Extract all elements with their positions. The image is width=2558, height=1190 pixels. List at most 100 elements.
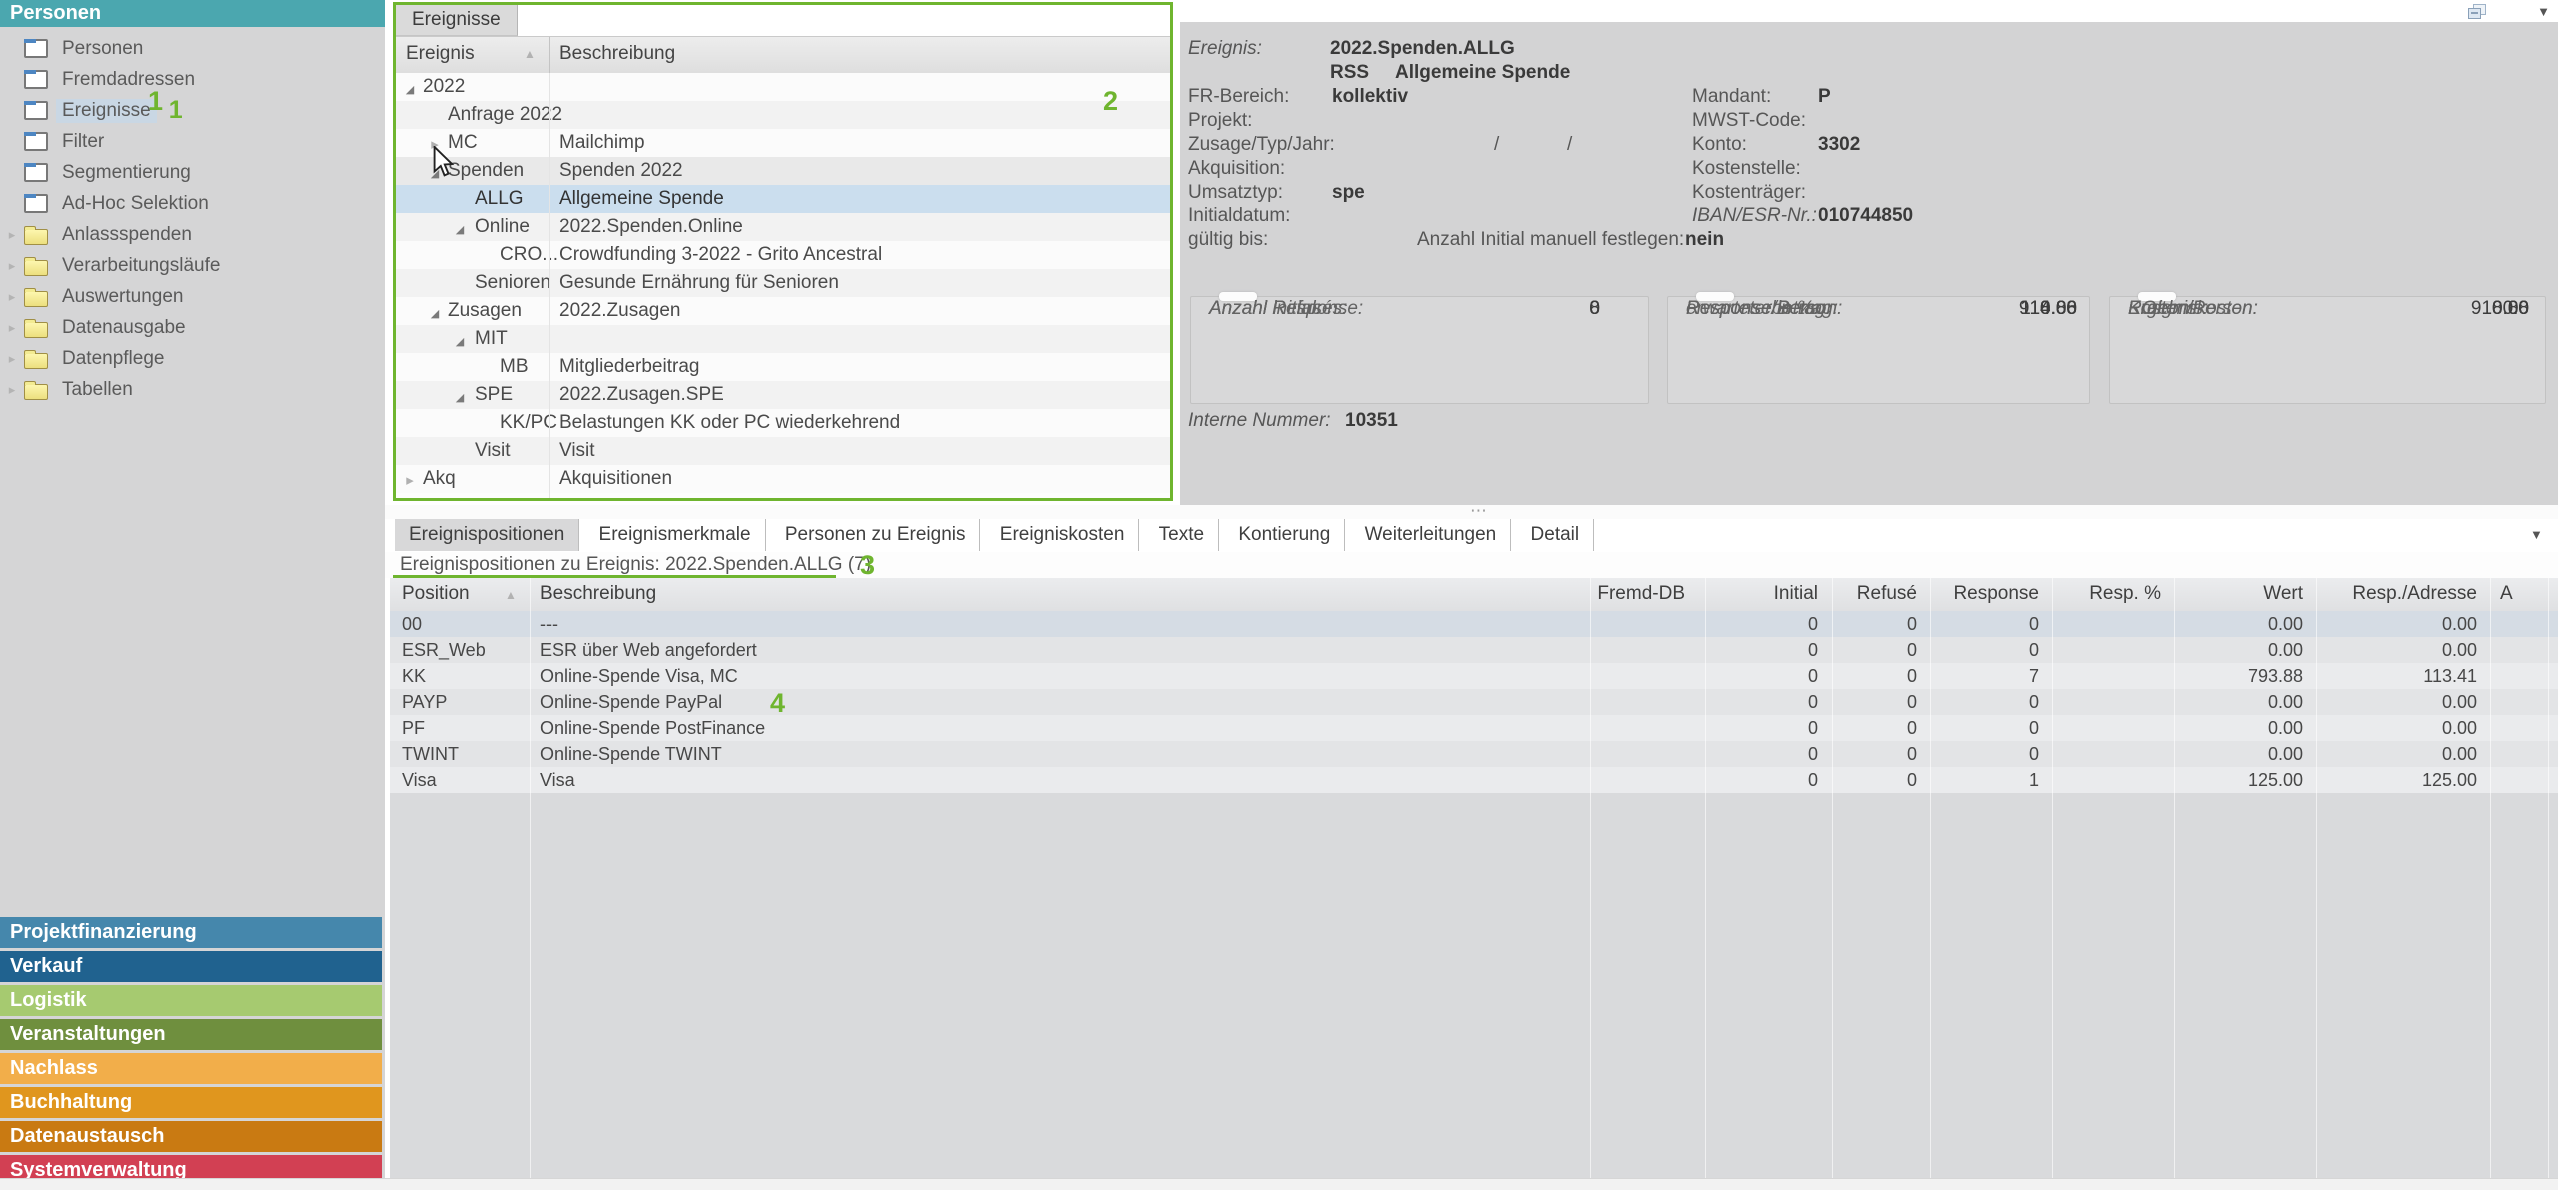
chevron-right-icon[interactable]: ▸	[0, 258, 24, 274]
sidebar-section-bar[interactable]: Logistik	[0, 985, 382, 1016]
sort-asc-icon[interactable]: ▲	[524, 47, 536, 61]
sidebar-item[interactable]: ▸ Tabellen	[0, 374, 385, 405]
tree-expander-icon[interactable]	[401, 469, 419, 491]
tree-row[interactable]: Akq Akquisitionen	[396, 465, 1170, 493]
tree-row[interactable]: Zusagen 2022.Zusagen	[396, 297, 1170, 325]
cell-refuse: 0	[1837, 770, 1917, 791]
tree-row[interactable]: KK/PC Belastungen KK oder PC wiederkehre…	[396, 409, 1170, 437]
annotation-number: 1	[169, 96, 183, 125]
tree-row-description: 2022.Zusagen	[559, 300, 681, 322]
tree-expander-icon[interactable]	[451, 329, 469, 351]
sidebar-section-bar[interactable]: Projektfinanzierung	[0, 917, 382, 948]
detail-tab[interactable]: Weiterleitungen	[1351, 519, 1512, 551]
sidebar-section-bar[interactable]: Buchhaltung	[0, 1087, 382, 1118]
column-initial[interactable]: Initial	[1710, 583, 1818, 605]
iban-esr-label: IBAN/ESR-Nr.:	[1692, 205, 1817, 227]
column-a[interactable]: A	[2500, 583, 2513, 605]
detail-tab[interactable]: Detail	[1517, 519, 1595, 551]
sidebar-item[interactable]: ▸ Datenpflege	[0, 343, 385, 374]
tree-column-beschreibung[interactable]: Beschreibung	[559, 43, 675, 65]
sidebar-item[interactable]: ▸ Anlassspenden	[0, 219, 385, 250]
stat-label: Anzahl Response:	[1209, 297, 1363, 320]
stat-value: 8	[1589, 297, 1600, 320]
sidebar-section-bar[interactable]: Nachlass	[0, 1053, 382, 1084]
tree-row[interactable]: Visit Visit	[396, 437, 1170, 465]
column-response[interactable]: Response	[1935, 583, 2039, 605]
tab-ereignisse[interactable]: Ereignisse	[396, 5, 518, 36]
tree-row[interactable]: 2022	[396, 73, 1170, 101]
tree-expander-icon[interactable]	[451, 385, 469, 407]
sidebar-section-bar[interactable]: Verkauf	[0, 951, 382, 982]
table-row[interactable]: 00 --- 0 0 0 0.00 0.00	[390, 611, 2558, 637]
sidebar-item[interactable]: ▸ Ereignisse 1	[0, 95, 385, 126]
detail-tab[interactable]: Ereigniskosten	[986, 519, 1140, 551]
anzahl-initial-manuell-label: Anzahl Initial manuell festlegen:	[1417, 229, 1684, 251]
tree-row[interactable]: CRO... Crowdfunding 3-2022 - Grito Ances…	[396, 241, 1170, 269]
tree-row-name: MB	[500, 356, 529, 378]
tree-row[interactable]: MC Mailchimp	[396, 129, 1170, 157]
column-fremd-db[interactable]: Fremd-DB	[1595, 583, 1685, 605]
chevron-right-icon[interactable]: ▸	[0, 382, 24, 398]
tree-row[interactable]: MIT	[396, 325, 1170, 353]
tree-expander-icon[interactable]	[426, 301, 444, 323]
tree-row[interactable]: Spenden Spenden 2022	[396, 157, 1170, 185]
table-row[interactable]: ESR_Web ESR über Web angefordert 0 0 0 0…	[390, 637, 2558, 663]
chevron-right-icon[interactable]: ▸	[0, 320, 24, 336]
zusage-label: Zusage/Typ/Jahr:	[1188, 134, 1335, 156]
detail-tab[interactable]: Personen zu Ereignis	[771, 519, 981, 551]
detail-tab[interactable]: Texte	[1145, 519, 1219, 551]
column-position[interactable]: Position	[402, 583, 470, 605]
column-refuse[interactable]: Refusé	[1837, 583, 1917, 605]
table-row[interactable]: PF Online-Spende PostFinance 0 0 0 0.00 …	[390, 715, 2558, 741]
column-resp-adresse[interactable]: Resp./Adresse	[2321, 583, 2477, 605]
window-controls: ▼	[2468, 3, 2550, 21]
cell-response: 1	[1935, 770, 2039, 791]
chevron-down-icon[interactable]: ▼	[2537, 4, 2550, 19]
tree-row[interactable]: MB Mitgliederbeitrag	[396, 353, 1170, 381]
sidebar-item[interactable]: ▸ Ad-Hoc Selektion	[0, 188, 385, 219]
detail-tab[interactable]: Kontierung	[1224, 519, 1345, 551]
chevron-right-icon[interactable]: ▸	[0, 351, 24, 367]
window-panes-icon[interactable]	[2468, 4, 2486, 20]
chevron-down-icon[interactable]: ▼	[2530, 527, 2546, 542]
tree-row[interactable]: Online 2022.Spenden.Online	[396, 213, 1170, 241]
chevron-right-icon[interactable]: ▸	[0, 289, 24, 305]
detail-tab[interactable]: Ereignismerkmale	[585, 519, 766, 551]
table-row[interactable]: TWINT Online-Spende TWINT 0 0 0 0.00 0.0…	[390, 741, 2558, 767]
sidebar-item[interactable]: ▸ Auswertungen	[0, 281, 385, 312]
sidebar-item[interactable]: ▸ Verarbeitungsläufe	[0, 250, 385, 281]
tree-row[interactable]: SPE 2022.Zusagen.SPE	[396, 381, 1170, 409]
column-resp-pct[interactable]: Resp. %	[2057, 583, 2161, 605]
tree-column-ereignis[interactable]: Ereignis	[406, 43, 475, 65]
folder-icon	[24, 353, 48, 369]
sidebar-item-label: Auswertungen	[62, 286, 183, 308]
splitter-grip-icon[interactable]: ⋯	[1470, 501, 1489, 521]
mandant-label: Mandant:	[1692, 86, 1771, 108]
table-row[interactable]: Visa Visa 0 0 1 125.00 125.00	[390, 767, 2558, 793]
detail-tab[interactable]: Ereignispositionen	[395, 519, 579, 551]
cell-refuse: 0	[1837, 718, 1917, 739]
cell-position: 00	[402, 614, 422, 635]
sidebar-item[interactable]: ▸ Datenausgabe	[0, 312, 385, 343]
document-icon	[24, 163, 48, 182]
tree-row[interactable]: Anfrage 2022	[396, 101, 1170, 129]
tree-row[interactable]: ALLG Allgemeine Spende	[396, 185, 1170, 213]
tree-expander-icon[interactable]	[401, 77, 419, 99]
sidebar-item[interactable]: ▸ Personen	[0, 33, 385, 64]
sort-asc-icon[interactable]: ▲	[505, 588, 517, 602]
table-row[interactable]: KK Online-Spende Visa, MC 0 0 7 793.88 1…	[390, 663, 2558, 689]
sidebar-section-bar[interactable]: Datenaustausch	[0, 1121, 382, 1152]
tree-row[interactable]: Senioren Gesunde Ernährung für Senioren	[396, 269, 1170, 297]
sidebar-item[interactable]: ▸ Segmentierung	[0, 157, 385, 188]
sidebar-item[interactable]: ▸ Filter	[0, 126, 385, 157]
column-wert[interactable]: Wert	[2179, 583, 2303, 605]
sidebar-item[interactable]: ▸ Fremdadressen	[0, 64, 385, 95]
column-beschreibung[interactable]: Beschreibung	[540, 583, 656, 605]
horizontal-splitter[interactable]: ⋯	[385, 505, 2558, 519]
sidebar-section-bar[interactable]: Veranstaltungen	[0, 1019, 382, 1050]
mwst-code-label: MWST-Code:	[1692, 110, 1806, 132]
tree-expander-icon[interactable]	[451, 217, 469, 239]
table-row[interactable]: PAYP Online-Spende PayPal 0 0 0 0.00 0.0…	[390, 689, 2558, 715]
chevron-right-icon[interactable]: ▸	[0, 227, 24, 243]
stats-box-counts: Anzahl initial: 0 Anzahl Refusés: 0 Anza…	[1190, 296, 1649, 404]
